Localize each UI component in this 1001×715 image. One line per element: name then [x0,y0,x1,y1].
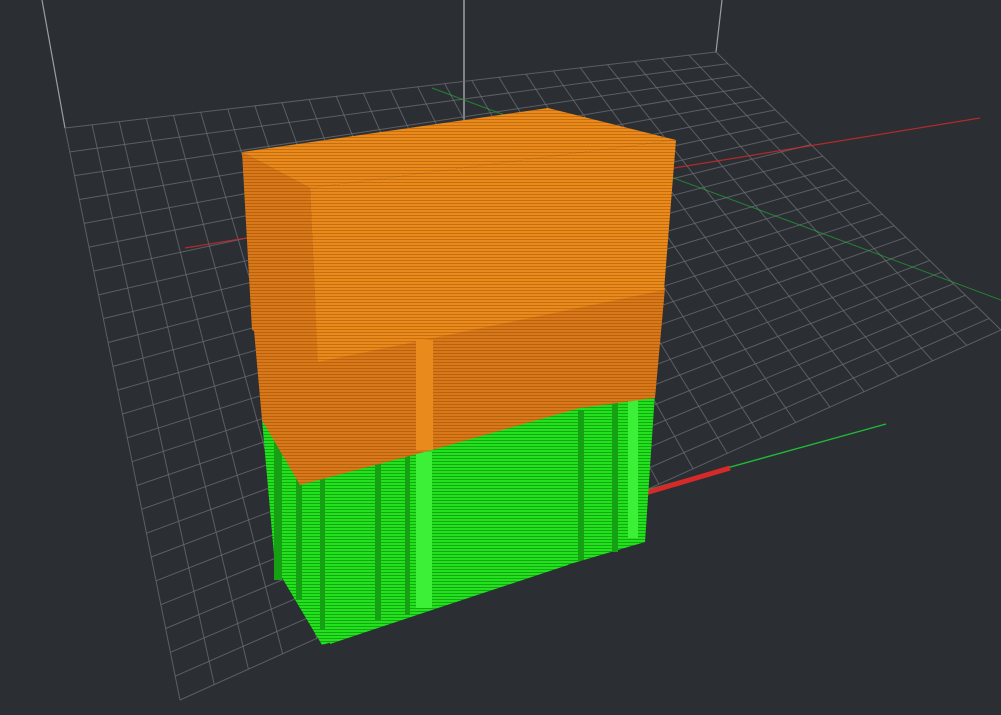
support-pillar [612,402,618,552]
support-pillar [578,410,584,560]
grid-line [688,54,968,346]
support-pillar [320,470,325,630]
grid-line [661,57,933,362]
grid-line [715,51,1001,331]
model-slot [416,340,433,450]
support-pillar [274,430,282,580]
grid-line [634,61,899,377]
support-pillar [405,455,410,615]
support-pillar [628,398,638,538]
3d-viewport[interactable] [0,0,1001,715]
scene-canvas[interactable] [0,0,1001,715]
support-pillar [375,460,381,620]
support-column [416,452,432,608]
